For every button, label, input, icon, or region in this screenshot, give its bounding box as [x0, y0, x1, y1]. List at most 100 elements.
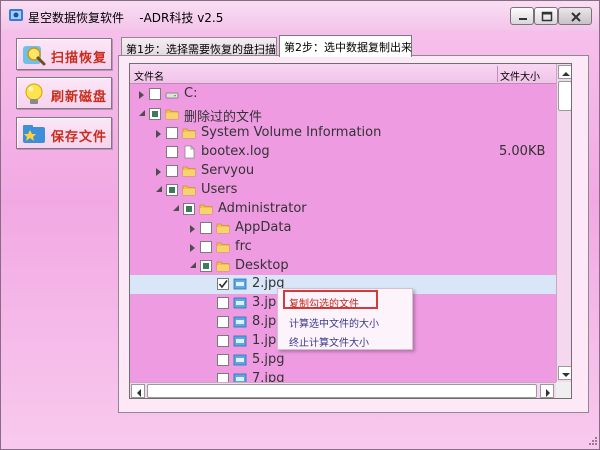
- horizontal-scrollbar[interactable]: [130, 382, 556, 398]
- arrow-left-icon: [137, 389, 141, 397]
- maximize-button[interactable]: [534, 7, 558, 25]
- tree-row[interactable]: Servyou: [130, 162, 556, 181]
- arrow-up-icon: [562, 72, 570, 76]
- tree-row[interactable]: System Volume Information: [130, 124, 556, 143]
- row-name: Users: [201, 182, 238, 197]
- scrollbar-corner: [556, 382, 571, 398]
- app-logo-icon: [9, 9, 23, 21]
- folder-icon: [216, 223, 230, 234]
- file-icon: [184, 145, 195, 159]
- row-name: frc: [235, 239, 252, 254]
- scroll-up-button[interactable]: [558, 65, 571, 79]
- scroll-down-button[interactable]: [558, 366, 571, 380]
- expand-arrow-icon[interactable]: [190, 244, 195, 252]
- folder-icon: [199, 204, 213, 215]
- vertical-scroll-thumb[interactable]: [558, 81, 571, 111]
- save-folder-icon: [23, 125, 45, 143]
- drive-icon: [165, 92, 179, 99]
- save-file-button[interactable]: 保存文件: [16, 117, 112, 149]
- row-checkbox[interactable]: [217, 297, 229, 309]
- checkmark-icon: [218, 280, 228, 289]
- row-checkbox[interactable]: [149, 108, 161, 120]
- folder-icon: [216, 261, 230, 272]
- expand-arrow-icon[interactable]: [156, 168, 161, 176]
- collapse-arrow-icon[interactable]: [156, 186, 162, 192]
- tree-row[interactable]: 删除过的文件: [130, 105, 556, 125]
- row-checkbox[interactable]: [149, 88, 161, 100]
- image-file-icon: [233, 278, 247, 290]
- menu-item-copy-checked[interactable]: 复制勾选的文件: [289, 295, 359, 310]
- column-header-name[interactable]: 文件名: [134, 68, 164, 83]
- row-checkbox[interactable]: [217, 354, 229, 366]
- row-checkbox[interactable]: [200, 241, 212, 253]
- menu-item-calc-size[interactable]: 计算选中文件的大小: [289, 315, 379, 330]
- row-size: 5.00KB: [499, 144, 546, 159]
- collapse-arrow-icon[interactable]: [139, 110, 145, 116]
- expand-arrow-icon[interactable]: [139, 91, 144, 99]
- image-file-icon: [233, 354, 247, 366]
- tree-header: 文件名 文件大小: [130, 64, 556, 84]
- tree-row[interactable]: Users: [130, 181, 556, 200]
- column-header-size[interactable]: 文件大小: [500, 68, 540, 83]
- maximize-icon: [541, 11, 553, 22]
- row-checkbox[interactable]: [166, 146, 178, 158]
- column-divider[interactable]: [497, 66, 498, 82]
- row-checkbox[interactable]: [166, 184, 178, 196]
- tree-row[interactable]: 5.jpg: [130, 351, 556, 370]
- row-checkbox[interactable]: [217, 316, 229, 328]
- row-name: Servyou: [201, 163, 255, 178]
- row-checkbox[interactable]: [166, 165, 178, 177]
- row-checkbox[interactable]: [217, 278, 229, 290]
- row-checkbox[interactable]: [200, 260, 212, 272]
- folder-icon: [182, 166, 196, 177]
- context-menu: 复制勾选的文件 计算选中文件的大小 终止计算文件大小: [277, 288, 413, 350]
- resize-grip-icon[interactable]: [586, 436, 598, 448]
- image-file-icon: [233, 297, 247, 309]
- menu-item-stop-calc[interactable]: 终止计算文件大小: [289, 334, 369, 349]
- window-title: 星空数据恢复软件 -ADR科技 v2.5: [28, 11, 224, 25]
- refresh-disk-button[interactable]: 刷新磁盘: [16, 77, 112, 109]
- tree-row[interactable]: Desktop: [130, 257, 556, 276]
- folder-icon: [165, 109, 179, 120]
- lightbulb-icon: [25, 83, 43, 104]
- row-name: C:: [184, 86, 198, 101]
- row-checkbox[interactable]: [183, 203, 195, 215]
- tab-step-1[interactable]: 第1步：选择需要恢复的盘扫描: [121, 37, 277, 57]
- expand-arrow-icon[interactable]: [190, 225, 195, 233]
- scan-recover-button[interactable]: 扫描恢复: [16, 38, 112, 70]
- row-name: Desktop: [235, 258, 289, 273]
- tree-row[interactable]: frc: [130, 238, 556, 257]
- tab-step-2[interactable]: 第2步：选中数据复制出来: [279, 35, 412, 57]
- collapse-arrow-icon[interactable]: [173, 205, 179, 211]
- close-icon: [571, 12, 581, 22]
- row-checkbox[interactable]: [166, 127, 178, 139]
- tree-row[interactable]: C:: [130, 85, 556, 104]
- row-name: 5.jpg: [252, 352, 285, 367]
- scroll-right-button[interactable]: [540, 384, 554, 398]
- minimize-icon: [519, 18, 527, 20]
- row-checkbox[interactable]: [200, 222, 212, 234]
- expand-arrow-icon[interactable]: [156, 130, 161, 138]
- scroll-left-button[interactable]: [131, 384, 145, 398]
- tree-row[interactable]: AppData: [130, 219, 556, 238]
- refresh-disk-label: 刷新磁盘: [51, 90, 108, 105]
- row-name: 删除过的文件: [184, 110, 263, 125]
- title-bar[interactable]: 星空数据恢复软件 -ADR科技 v2.5: [1, 1, 599, 31]
- collapse-arrow-icon[interactable]: [190, 262, 196, 268]
- tree-row[interactable]: bootex.log 5.00KB: [130, 143, 556, 162]
- close-button[interactable]: [558, 7, 592, 25]
- scan-recover-label: 扫描恢复: [51, 51, 108, 66]
- folder-icon: [182, 128, 196, 139]
- row-name: bootex.log: [201, 144, 270, 159]
- horizontal-scroll-thumb[interactable]: [147, 384, 537, 398]
- vertical-scrollbar[interactable]: [556, 64, 571, 382]
- app-window: 星空数据恢复软件 -ADR科技 v2.5 扫描恢复 刷新磁盘 保存文件 第1步：…: [0, 0, 600, 450]
- minimize-button[interactable]: [510, 7, 534, 25]
- arrow-down-icon: [562, 373, 570, 377]
- row-checkbox[interactable]: [217, 335, 229, 347]
- arrow-right-icon: [546, 389, 550, 397]
- save-file-label: 保存文件: [51, 130, 108, 145]
- folder-icon: [216, 242, 230, 253]
- image-file-icon: [233, 316, 247, 328]
- tree-row[interactable]: Administrator: [130, 200, 556, 219]
